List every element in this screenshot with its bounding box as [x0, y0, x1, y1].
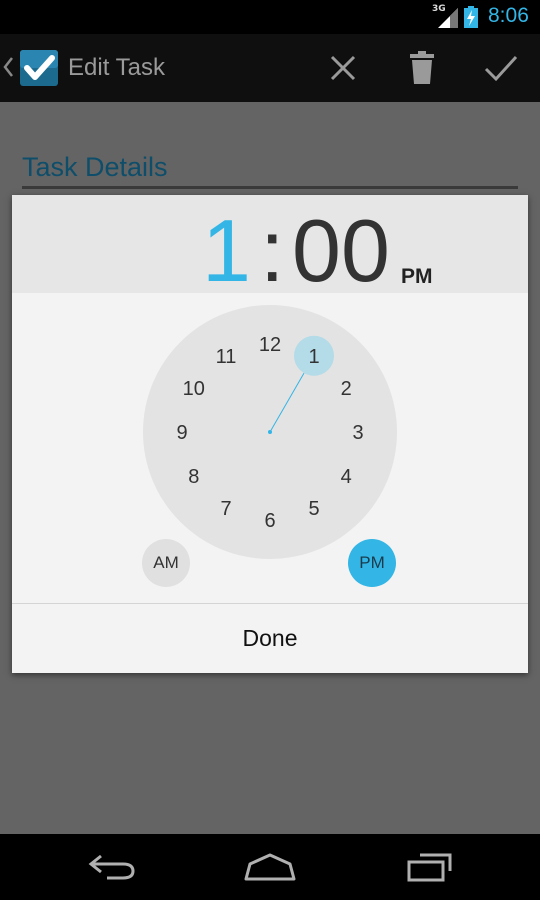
- dial-number-4[interactable]: 4: [341, 466, 352, 488]
- battery-charging-icon: [464, 6, 478, 28]
- dial-number-6[interactable]: 6: [264, 510, 275, 532]
- check-icon: [484, 55, 518, 82]
- nav-home-icon: [244, 853, 296, 881]
- hour-display[interactable]: 1: [202, 207, 251, 295]
- nav-home-button[interactable]: [240, 848, 300, 886]
- time-picker-dialog: 1 : 00 PM 12 1 2 3 4 5 6 7 8 9 10 11 AM PM Done: [12, 195, 528, 673]
- section-title: Task Details: [22, 152, 168, 182]
- done-button[interactable]: Done: [12, 604, 528, 673]
- pm-button[interactable]: PM: [348, 539, 396, 587]
- action-bar-title: Edit Task: [68, 54, 165, 81]
- status-time: 8:06: [488, 4, 529, 27]
- save-button[interactable]: [479, 48, 523, 88]
- dial-number-1[interactable]: 1: [308, 346, 319, 368]
- dial-number-8[interactable]: 8: [188, 466, 199, 488]
- clock-dial[interactable]: 121234567891011: [12, 293, 528, 603]
- back-caret-icon[interactable]: [2, 56, 14, 78]
- action-bar: Edit Task: [0, 34, 540, 102]
- time-separator: :: [260, 201, 285, 300]
- dial-number-11[interactable]: 11: [216, 346, 237, 368]
- dial-number-12[interactable]: 12: [259, 334, 281, 356]
- trash-icon: [410, 51, 434, 84]
- dial-number-10[interactable]: 10: [183, 378, 205, 400]
- time-header: 1 : 00 PM: [12, 195, 528, 300]
- nav-recent-apps-button[interactable]: [400, 848, 460, 886]
- dial-number-9[interactable]: 9: [176, 422, 187, 444]
- dial-number-2[interactable]: 2: [341, 378, 352, 400]
- am-button[interactable]: AM: [142, 539, 190, 587]
- close-icon: [330, 55, 356, 81]
- nav-back-icon: [88, 854, 135, 880]
- dial-number-5[interactable]: 5: [308, 498, 319, 520]
- clock-center-dot: [268, 430, 272, 434]
- cancel-button[interactable]: [321, 48, 365, 88]
- nav-back-button[interactable]: [82, 848, 142, 886]
- dial-number-7[interactable]: 7: [220, 498, 231, 520]
- nav-recent-icon: [407, 853, 452, 882]
- status-bar: 3G 8:06: [0, 0, 540, 34]
- ampm-display[interactable]: PM: [401, 265, 433, 289]
- section-divider: [22, 186, 518, 189]
- navigation-bar: [0, 834, 540, 900]
- app-check-icon[interactable]: [18, 48, 60, 88]
- minute-display[interactable]: 00: [292, 207, 390, 295]
- delete-button[interactable]: [400, 48, 444, 88]
- dial-number-3[interactable]: 3: [352, 422, 363, 444]
- signal-icon: [438, 8, 458, 28]
